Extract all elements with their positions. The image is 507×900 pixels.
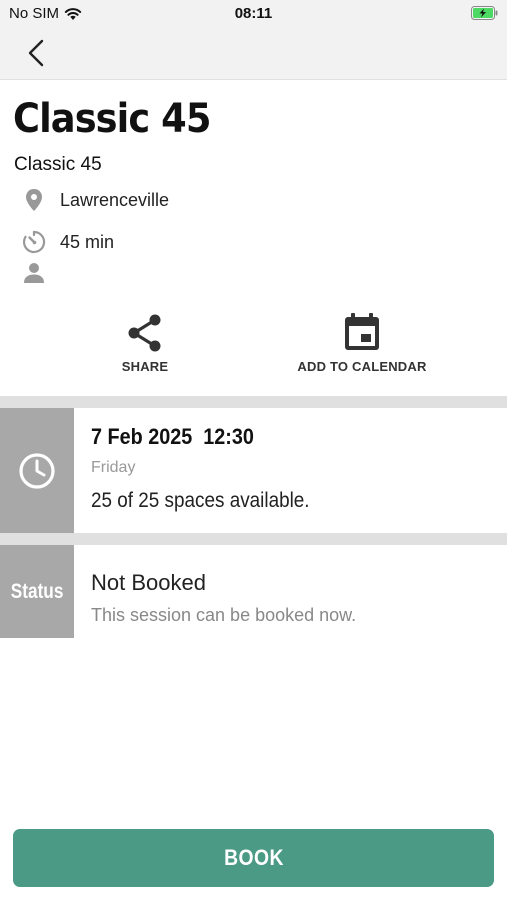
book-button-label: BOOK <box>223 845 284 870</box>
session-date-time: 7 Feb 2025 12:30 <box>91 424 254 449</box>
add-to-calendar-label: ADD TO CALENDAR <box>297 359 427 374</box>
back-chevron-icon[interactable] <box>22 36 52 70</box>
person-icon <box>22 260 46 286</box>
booking-status: Not Booked <box>91 570 206 595</box>
session-time-block <box>0 408 74 533</box>
duration-row: 45 min <box>22 229 114 255</box>
section-divider <box>0 533 507 545</box>
page-title: Classic 45 <box>13 96 211 142</box>
clock-icon <box>19 452 55 489</box>
nav-bar <box>0 28 507 80</box>
battery-charging-icon <box>471 6 498 20</box>
book-button[interactable]: BOOK <box>13 829 494 887</box>
status-side-label: Status <box>10 579 64 603</box>
status-bar: No SIM 08:11 <box>0 0 507 28</box>
timer-icon <box>22 229 46 255</box>
clock-time: 08:11 <box>234 5 273 22</box>
duration-label: 45 min <box>60 231 115 252</box>
share-label: SHARE <box>121 359 169 374</box>
location-row: Lawrenceville <box>22 187 169 213</box>
location-pin-icon <box>22 187 46 213</box>
class-subtitle: Classic 45 <box>14 154 102 175</box>
section-divider <box>0 396 507 408</box>
instructor-row <box>22 260 60 286</box>
share-icon <box>128 314 161 352</box>
session-spaces: 25 of 25 spaces available. <box>91 489 310 512</box>
calendar-icon <box>345 313 379 350</box>
booking-status-description: This session can be booked now. <box>91 605 357 625</box>
location-label: Lawrenceville <box>60 189 170 210</box>
share-button[interactable]: SHARE <box>95 312 195 374</box>
add-to-calendar-button[interactable]: ADD TO CALENDAR <box>292 312 432 374</box>
status-block: Status <box>0 545 74 638</box>
session-day: Friday <box>91 459 136 476</box>
